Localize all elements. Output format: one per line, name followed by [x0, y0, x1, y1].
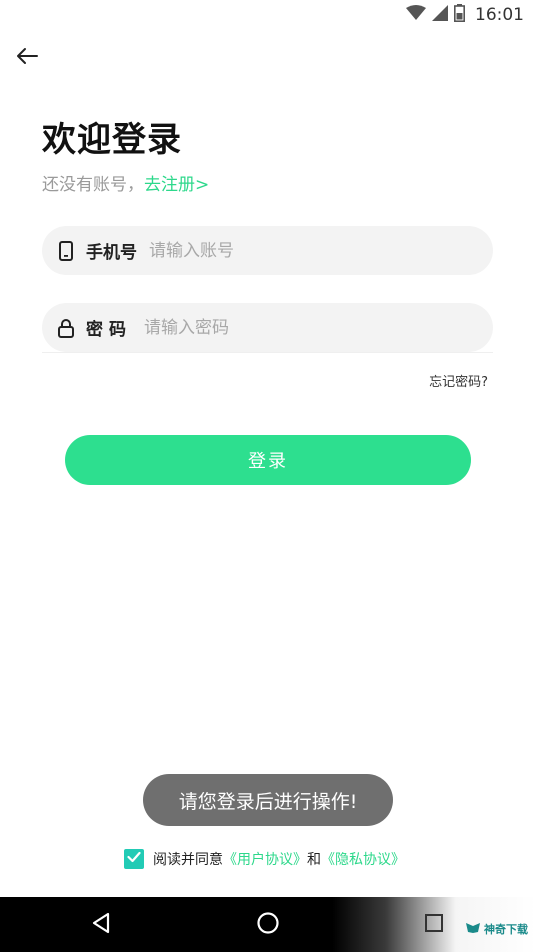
back-button[interactable]	[12, 44, 42, 72]
wifi-icon	[406, 5, 426, 25]
password-field[interactable]: 密码	[42, 303, 493, 352]
lock-icon	[54, 316, 78, 340]
password-input[interactable]	[144, 317, 444, 338]
status-bar: 16:01	[0, 0, 536, 30]
register-prompt: 还没有账号，去注册>	[42, 170, 209, 195]
nav-home-button[interactable]	[252, 909, 284, 941]
phone-label: 手机号	[86, 243, 137, 263]
register-link[interactable]: 去注册>	[144, 175, 209, 195]
nav-recents-button[interactable]	[418, 909, 450, 941]
agreement-row: 阅读并同意 《用户协议》 和 《隐私协议》	[124, 847, 405, 871]
watermark: 神奇下载	[465, 921, 528, 937]
recents-square-icon	[424, 913, 444, 937]
check-icon	[127, 851, 141, 867]
agreement-checkbox[interactable]	[124, 849, 144, 869]
forgot-password-link[interactable]: 忘记密码?	[429, 371, 488, 390]
agreement-prefix: 阅读并同意	[153, 852, 223, 868]
register-prompt-text: 还没有账号，	[42, 175, 144, 195]
navigation-bar: 神奇下载	[0, 897, 536, 952]
toast-message: 请您登录后进行操作!	[143, 774, 393, 826]
status-time: 16:01	[475, 5, 524, 25]
back-triangle-icon	[91, 912, 111, 938]
status-icons: 16:01	[406, 4, 524, 26]
divider	[42, 352, 493, 353]
arrow-left-icon	[16, 47, 38, 69]
page-title: 欢迎登录	[42, 120, 182, 160]
login-button[interactable]: 登录	[65, 435, 471, 485]
nav-back-button[interactable]	[85, 909, 117, 941]
phone-input[interactable]	[149, 240, 449, 261]
phone-field[interactable]: 手机号	[42, 226, 493, 275]
watermark-logo-icon	[465, 922, 481, 937]
password-label: 密码	[86, 320, 132, 340]
agreement-and: 和	[307, 852, 321, 868]
home-circle-icon	[256, 911, 280, 939]
phone-icon	[54, 239, 78, 263]
signal-icon	[432, 5, 448, 25]
privacy-policy-link[interactable]: 《隐私协议》	[321, 849, 405, 869]
battery-icon	[454, 4, 465, 26]
user-agreement-link[interactable]: 《用户协议》	[223, 849, 307, 869]
watermark-text: 神奇下载	[484, 923, 528, 936]
